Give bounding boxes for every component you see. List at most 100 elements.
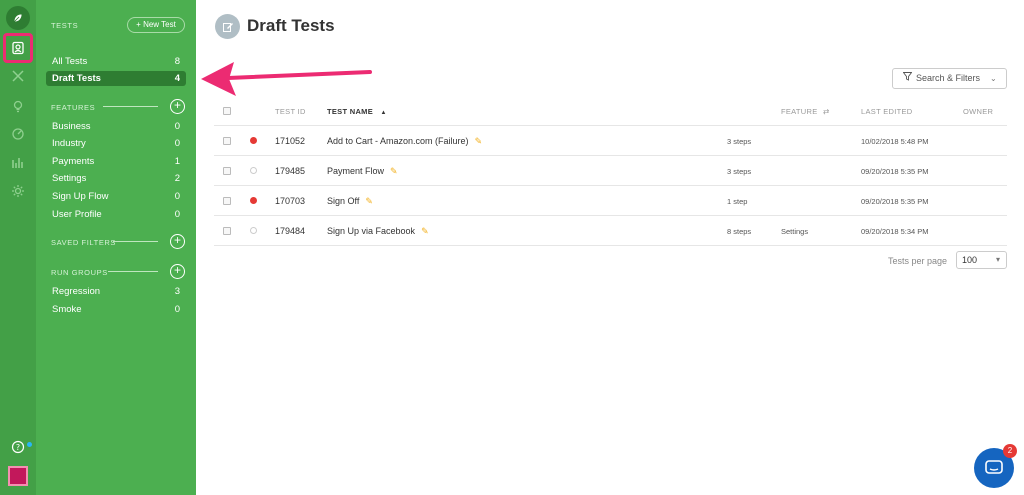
svg-text:?: ? bbox=[16, 443, 20, 452]
tools-icon[interactable] bbox=[6, 64, 30, 88]
divider bbox=[214, 215, 1007, 216]
icon-rail: ? bbox=[0, 0, 36, 495]
column-header-test-id[interactable]: TEST ID bbox=[275, 107, 306, 116]
status-failed-icon bbox=[250, 137, 257, 144]
test-name: Add to Cart - Amazon.com (Failure) bbox=[327, 136, 469, 146]
sidebar-item-label: Settings bbox=[52, 173, 87, 184]
status-none-icon bbox=[250, 167, 257, 174]
edit-icon[interactable]: ✎ bbox=[390, 166, 398, 177]
edit-icon bbox=[215, 14, 240, 39]
sidebar-item-count: 0 bbox=[174, 209, 180, 220]
leaf-logo-icon[interactable] bbox=[6, 6, 30, 30]
help-icon[interactable]: ? bbox=[6, 435, 30, 459]
test-name-link[interactable]: Add to Cart - Amazon.com (Failure) ✎ bbox=[327, 136, 482, 147]
bulb-icon[interactable] bbox=[6, 94, 30, 118]
test-steps: 3 steps bbox=[727, 167, 752, 176]
row-checkbox[interactable] bbox=[223, 167, 231, 175]
test-last-edited: 10/02/2018 5:48 PM bbox=[861, 137, 929, 146]
sidebar-item-sign-up-flow[interactable]: Sign Up Flow 0 bbox=[46, 189, 186, 204]
divider bbox=[108, 271, 158, 272]
tests-icon[interactable] bbox=[6, 36, 30, 60]
sidebar-item-count: 8 bbox=[174, 56, 180, 67]
sidebar-item-count: 0 bbox=[174, 304, 180, 315]
tests-panel: TESTS + New Test All Tests 8 Draft Tests… bbox=[36, 0, 196, 495]
sidebar-item-label: Sign Up Flow bbox=[52, 191, 109, 202]
test-steps: 8 steps bbox=[727, 227, 752, 236]
tests-heading: TESTS bbox=[51, 21, 79, 30]
avatar[interactable] bbox=[8, 466, 28, 486]
add-saved-filter-icon[interactable]: + bbox=[170, 234, 185, 249]
divider bbox=[214, 155, 1007, 156]
column-header-last-edited[interactable]: LAST EDITED bbox=[861, 107, 913, 116]
test-steps: 3 steps bbox=[727, 137, 752, 146]
sidebar-item-label: User Profile bbox=[52, 209, 102, 220]
add-run-group-icon[interactable]: + bbox=[170, 264, 185, 279]
divider bbox=[113, 241, 158, 242]
search-filters-label: Search & Filters bbox=[916, 73, 981, 83]
edit-icon[interactable]: ✎ bbox=[421, 226, 429, 237]
sidebar-item-user-profile[interactable]: User Profile 0 bbox=[46, 207, 186, 222]
test-name: Payment Flow bbox=[327, 166, 385, 176]
tests-per-page-select[interactable]: 100 ▾ bbox=[956, 251, 1007, 269]
sidebar-item-label: Regression bbox=[52, 286, 101, 297]
column-header-test-name[interactable]: TEST NAME ▲ bbox=[327, 107, 387, 116]
gear-icon[interactable] bbox=[6, 179, 30, 203]
row-checkbox[interactable] bbox=[223, 227, 231, 235]
dashboard-icon[interactable] bbox=[6, 122, 30, 146]
add-feature-icon[interactable]: + bbox=[170, 99, 185, 114]
sidebar-item-count: 0 bbox=[174, 121, 180, 132]
test-last-edited: 09/20/2018 5:35 PM bbox=[861, 167, 929, 176]
sidebar-item-all-tests[interactable]: All Tests 8 bbox=[46, 54, 186, 69]
edit-icon[interactable]: ✎ bbox=[475, 136, 483, 147]
test-id: 170703 bbox=[275, 196, 306, 206]
column-header-label: TEST NAME bbox=[327, 107, 374, 116]
edit-icon[interactable]: ✎ bbox=[365, 196, 373, 207]
saved-filters-heading: SAVED FILTERS bbox=[51, 238, 117, 247]
run-groups-heading: RUN GROUPS bbox=[51, 268, 108, 277]
sidebar-item-settings[interactable]: Settings 2 bbox=[46, 171, 186, 186]
test-last-edited: 09/20/2018 5:34 PM bbox=[861, 227, 929, 236]
divider bbox=[214, 185, 1007, 186]
column-header-feature[interactable]: FEATURE ⇄ bbox=[781, 107, 830, 116]
status-none-icon bbox=[250, 227, 257, 234]
row-checkbox[interactable] bbox=[223, 197, 231, 205]
sidebar-item-label: Draft Tests bbox=[52, 73, 101, 84]
test-id: 171052 bbox=[275, 136, 306, 146]
test-id: 179484 bbox=[275, 226, 306, 236]
new-test-button[interactable]: + New Test bbox=[127, 17, 185, 33]
sidebar-item-count: 0 bbox=[174, 138, 180, 149]
notification-dot bbox=[27, 442, 32, 447]
test-name: Sign Off bbox=[327, 196, 360, 206]
sidebar-item-count: 0 bbox=[174, 191, 180, 202]
chat-icon bbox=[985, 460, 1003, 474]
chat-badge: 2 bbox=[1003, 444, 1017, 458]
test-id: 179485 bbox=[275, 166, 306, 176]
page-title: Draft Tests bbox=[247, 16, 335, 35]
sidebar-item-regression[interactable]: Regression 3 bbox=[46, 284, 186, 299]
chart-icon[interactable] bbox=[6, 151, 30, 175]
sidebar-item-label: Industry bbox=[52, 138, 86, 149]
chevron-down-icon: ▾ bbox=[995, 255, 1000, 264]
sidebar-item-industry[interactable]: Industry 0 bbox=[46, 136, 186, 151]
sidebar-item-smoke[interactable]: Smoke 0 bbox=[46, 302, 186, 317]
sidebar-item-count: 2 bbox=[174, 173, 180, 184]
column-header-owner[interactable]: OWNER bbox=[963, 107, 993, 116]
test-name-link[interactable]: Sign Up via Facebook ✎ bbox=[327, 226, 429, 237]
sidebar-item-label: Payments bbox=[52, 156, 95, 167]
sidebar-item-draft-tests[interactable]: Draft Tests 4 bbox=[46, 71, 186, 86]
sidebar-item-business[interactable]: Business 0 bbox=[46, 119, 186, 134]
sidebar-item-count: 3 bbox=[174, 286, 180, 297]
tests-per-page-label: Tests per page bbox=[888, 256, 948, 266]
test-name-link[interactable]: Sign Off ✎ bbox=[327, 196, 373, 207]
row-checkbox[interactable] bbox=[223, 137, 231, 145]
test-name-link[interactable]: Payment Flow ✎ bbox=[327, 166, 398, 177]
search-filters-button[interactable]: Search & Filters ⌄ bbox=[892, 68, 1007, 89]
test-last-edited: 09/20/2018 5:35 PM bbox=[861, 197, 929, 206]
sort-asc-icon: ▲ bbox=[380, 110, 387, 116]
chat-widget-button[interactable]: 2 bbox=[974, 444, 1017, 488]
sidebar-item-payments[interactable]: Payments 1 bbox=[46, 154, 186, 169]
chevron-down-icon: ⌄ bbox=[990, 74, 997, 83]
features-heading: FEATURES bbox=[51, 103, 96, 112]
swap-icon: ⇄ bbox=[822, 107, 830, 116]
select-all-checkbox[interactable] bbox=[223, 107, 231, 115]
